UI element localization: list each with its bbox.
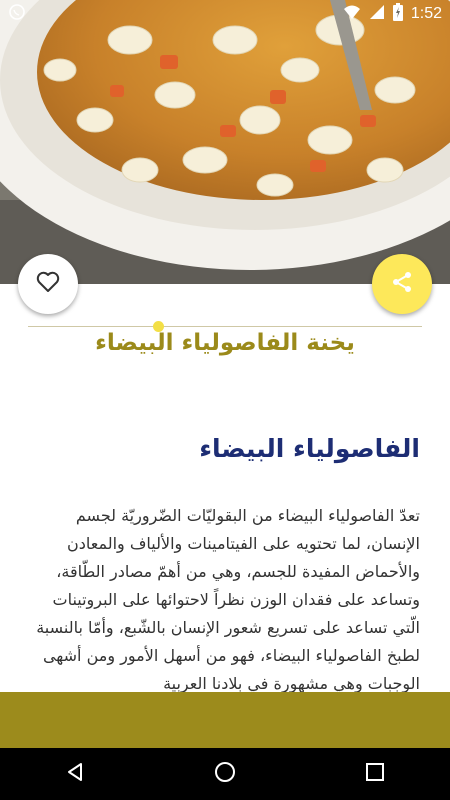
nav-back-button[interactable] xyxy=(55,754,95,794)
status-time: 1:52 xyxy=(410,5,442,22)
title-divider xyxy=(28,326,422,327)
bean-stew-illustration xyxy=(0,0,450,284)
recipe-title: يخنة الفاصولياء البيضاء xyxy=(95,330,355,356)
battery-charging-icon xyxy=(392,3,403,25)
recipe-hero-image xyxy=(0,0,450,284)
recipe-content: يخنة الفاصولياء البيضاء الفاصولياء البيض… xyxy=(0,284,450,692)
back-triangle-icon xyxy=(65,762,85,786)
nav-recents-button[interactable] xyxy=(355,754,395,794)
section-heading: الفاصولياء البيضاء xyxy=(199,434,420,463)
share-button[interactable] xyxy=(372,254,432,314)
recents-square-icon xyxy=(366,763,384,785)
recipe-description: تعدّ الفاصولياء البيضاء من البقوليّات ال… xyxy=(36,506,420,692)
bottom-banner xyxy=(0,692,450,748)
favorite-button[interactable] xyxy=(18,254,78,314)
system-nav-bar xyxy=(0,748,450,800)
whatsapp-icon xyxy=(8,3,26,25)
status-bar: 1:52 xyxy=(0,0,450,28)
share-icon xyxy=(390,270,414,298)
wifi-icon xyxy=(343,4,361,24)
nav-home-button[interactable] xyxy=(205,754,245,794)
signal-icon xyxy=(369,4,385,24)
home-circle-icon xyxy=(214,761,236,787)
heart-outline-icon xyxy=(36,271,60,297)
